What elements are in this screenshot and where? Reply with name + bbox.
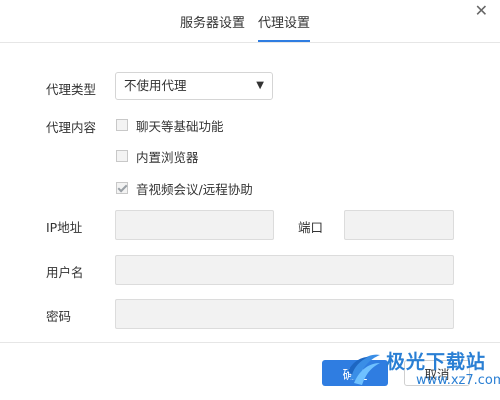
basic-chat-label: 聊天等基础功能 (136, 118, 224, 134)
av-meeting-label: 音视频会议/远程协助 (136, 181, 253, 197)
port-input[interactable] (344, 210, 454, 240)
proxy-type-select[interactable]: 不使用代理 ▼ (115, 72, 273, 100)
basic-chat-checkbox[interactable] (116, 119, 128, 131)
proxy-type-selected: 不使用代理 (124, 78, 187, 93)
tab-proxy-settings[interactable]: 代理设置 (258, 12, 311, 42)
proxy-settings-dialog: 服务器设置 代理设置 ✕ 代理类型 不使用代理 ▼ 代理内容 聊天等基础功能 内… (0, 0, 500, 400)
close-icon[interactable]: ✕ (475, 3, 488, 19)
option-basic-chat[interactable]: 聊天等基础功能 (116, 117, 224, 134)
port-label: 端口 (298, 220, 324, 235)
username-input[interactable] (115, 255, 454, 285)
builtin-browser-checkbox[interactable] (116, 150, 128, 162)
option-av-meeting[interactable]: 音视频会议/远程协助 (116, 180, 253, 197)
av-meeting-checkbox[interactable] (116, 182, 128, 194)
proxy-content-label: 代理内容 (46, 120, 97, 135)
ip-address-label: IP地址 (46, 220, 83, 235)
cancel-button[interactable]: 取消 (404, 360, 470, 386)
username-label: 用户名 (46, 265, 84, 280)
password-label: 密码 (46, 309, 72, 324)
ip-address-input[interactable] (115, 210, 274, 240)
option-builtin-browser[interactable]: 内置浏览器 (116, 148, 199, 165)
tab-bar: 服务器设置 代理设置 ✕ (0, 0, 500, 43)
footer-divider (0, 342, 500, 343)
password-input[interactable] (115, 299, 454, 329)
tab-server-settings[interactable]: 服务器设置 (180, 12, 245, 42)
chevron-down-icon: ▼ (256, 80, 264, 91)
ok-button[interactable]: 确定 (322, 360, 388, 386)
builtin-browser-label: 内置浏览器 (136, 149, 199, 165)
proxy-type-label: 代理类型 (46, 82, 97, 97)
